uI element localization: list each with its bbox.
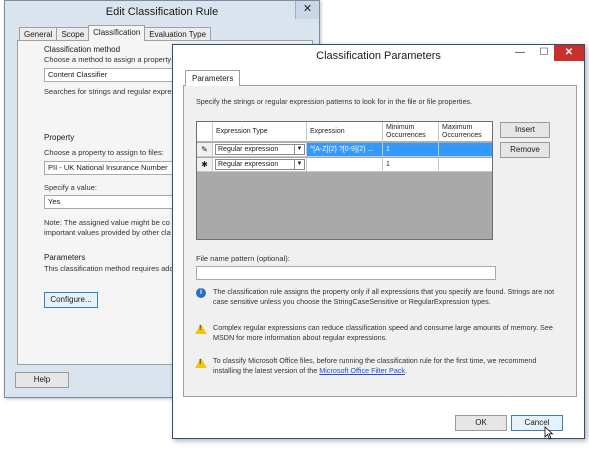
expression-cell[interactable]	[307, 158, 383, 171]
insert-button[interactable]: Insert	[500, 122, 550, 138]
configure-button[interactable]: Configure...	[44, 292, 98, 308]
new-row-icon: ✱	[197, 158, 213, 171]
expressions-grid[interactable]: Expression Type Expression Minimum Occur…	[196, 121, 493, 240]
property-heading: Property	[44, 133, 75, 142]
minimum-occurrences-cell[interactable]: 1	[383, 158, 439, 171]
info-message: The classification rule assigns the prop…	[213, 287, 555, 306]
classification-parameters-dialog: Classification Parameters — ☐ ✕ Paramete…	[172, 44, 585, 440]
back-window-title: Edit Classification Rule	[105, 6, 219, 18]
mouse-cursor-icon	[544, 426, 554, 440]
file-name-pattern-label: File name pattern (optional):	[196, 254, 290, 263]
table-row[interactable]: ✱ Regular expression ▼ 1	[197, 158, 492, 172]
warning-office-end: .	[405, 366, 408, 375]
expression-cell[interactable]: ^[A-Z]{2} ?[0-9]{2} ...	[307, 143, 383, 156]
classification-method-description: Searches for strings and regular expres	[44, 87, 176, 96]
property-select[interactable]: PII - UK National Insurance Number	[44, 161, 174, 175]
parameters-description: This classification method requires add	[44, 264, 174, 273]
table-row[interactable]: ✎ Regular expression ▼ ^[A-Z]{2} ?[0-9]{…	[197, 143, 492, 157]
property-note-line2: important values provided by other cla	[44, 228, 171, 237]
back-tab-strip: General Scope Classification Evaluation …	[19, 25, 212, 41]
expression-type-select[interactable]: Regular expression ▼	[215, 159, 305, 170]
header-expression-type[interactable]: Expression Type	[213, 122, 307, 142]
edit-row-icon: ✎	[197, 143, 213, 156]
classification-method-select[interactable]: Content Classifier	[44, 68, 174, 82]
info-icon: i	[196, 288, 206, 298]
remove-button[interactable]: Remove	[500, 142, 550, 158]
warning-icon: !	[195, 324, 207, 334]
help-button[interactable]: Help	[15, 372, 69, 388]
value-prompt: Specify a value:	[44, 183, 97, 192]
chevron-down-icon[interactable]: ▼	[294, 160, 304, 169]
header-minimum-occurrences[interactable]: Minimum Occurrences	[383, 122, 439, 142]
ok-button[interactable]: OK	[455, 415, 507, 431]
grid-header: Expression Type Expression Minimum Occur…	[197, 122, 492, 142]
tab-parameters[interactable]: Parameters	[185, 70, 241, 86]
expression-type-cell: Regular expression ▼	[213, 143, 307, 156]
cancel-button[interactable]: Cancel	[511, 415, 563, 431]
property-note-line1: Note: The assigned value might be co	[44, 218, 170, 227]
back-titlebar: Edit Classification Rule ✕	[5, 1, 319, 23]
maximum-occurrences-cell[interactable]	[439, 158, 492, 171]
tab-classification[interactable]: Classification	[88, 25, 146, 41]
classification-method-prompt: Choose a method to assign a property t	[44, 55, 176, 64]
expression-type-cell: Regular expression ▼	[213, 158, 307, 171]
classification-method-heading: Classification method	[44, 45, 121, 54]
expression-type-value: Regular expression	[218, 146, 279, 153]
warning-icon: !	[195, 358, 207, 368]
tab-evaluation-type[interactable]: Evaluation Type	[144, 27, 212, 41]
property-prompt: Choose a property to assign to files:	[44, 148, 164, 157]
value-input[interactable]: Yes	[44, 195, 174, 209]
minimize-icon[interactable]: —	[510, 45, 530, 61]
expression-type-value: Regular expression	[218, 161, 279, 168]
warning-office-message: To classify Microsoft Office files, befo…	[213, 356, 558, 376]
tab-scope[interactable]: Scope	[56, 27, 90, 41]
maximum-occurrences-cell[interactable]	[439, 143, 492, 156]
file-name-pattern-input[interactable]	[196, 266, 496, 280]
header-expression[interactable]: Expression	[307, 122, 383, 142]
maximize-icon[interactable]: ☐	[534, 45, 554, 61]
parameters-tab-panel: Specify the strings or regular expressio…	[183, 85, 577, 397]
minimum-occurrences-cell[interactable]: 1	[383, 143, 439, 156]
office-filter-pack-link[interactable]: Microsoft Office Filter Pack	[319, 366, 405, 375]
expression-type-select[interactable]: Regular expression ▼	[215, 144, 305, 155]
warning-regex-message: Complex regular expressions can reduce c…	[213, 323, 553, 342]
header-marker-column	[197, 122, 213, 142]
dialog-close-icon[interactable]: ✕	[554, 45, 584, 61]
header-maximum-occurrences[interactable]: Maximum Occurrences	[439, 122, 492, 142]
back-close-icon[interactable]: ✕	[295, 1, 319, 19]
chevron-down-icon[interactable]: ▼	[294, 145, 304, 154]
instructions-text: Specify the strings or regular expressio…	[196, 97, 473, 106]
parameters-heading: Parameters	[44, 253, 86, 262]
dialog-titlebar: Classification Parameters — ☐ ✕	[173, 45, 584, 67]
tab-general[interactable]: General	[19, 27, 58, 41]
